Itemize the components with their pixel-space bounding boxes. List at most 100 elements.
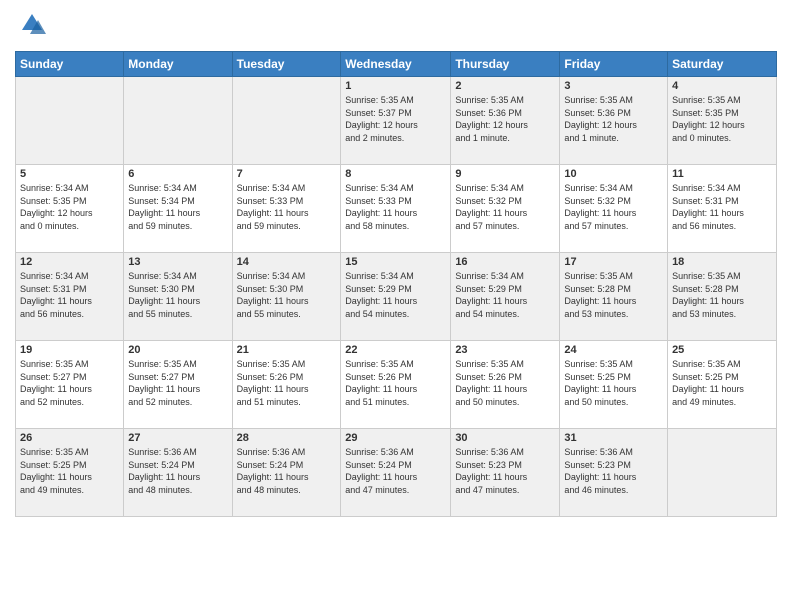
day-info: Sunrise: 5:34 AM Sunset: 5:33 PM Dayligh… [345,182,446,232]
day-number: 31 [564,432,663,444]
day-info: Sunrise: 5:35 AM Sunset: 5:35 PM Dayligh… [672,94,772,144]
day-number: 19 [20,344,119,356]
day-info: Sunrise: 5:35 AM Sunset: 5:27 PM Dayligh… [128,358,227,408]
calendar-week-row: 5 Sunrise: 5:34 AM Sunset: 5:35 PM Daylig… [16,165,777,253]
day-number: 14 [237,256,337,268]
day-info: Sunrise: 5:35 AM Sunset: 5:36 PM Dayligh… [564,94,663,144]
day-info: Sunrise: 5:35 AM Sunset: 5:26 PM Dayligh… [345,358,446,408]
table-row [668,429,777,517]
table-row: 18Sunrise: 5:35 AM Sunset: 5:28 PM Dayli… [668,253,777,341]
table-row: 22 Sunrise: 5:35 AM Sunset: 5:26 PM Dayli… [341,341,451,429]
table-row: 6Sunrise: 5:34 AM Sunset: 5:34 PM Daylig… [124,165,232,253]
day-number: 27 [128,432,227,444]
day-info: Sunrise: 5:36 AM Sunset: 5:23 PM Dayligh… [455,446,555,496]
day-info: Sunrise: 5:35 AM Sunset: 5:27 PM Dayligh… [20,358,119,408]
logo [15,10,46,43]
table-row: 25 Sunrise: 5:35 AM Sunset: 5:25 PM Dayli… [668,341,777,429]
calendar-week-row: 19 Sunrise: 5:35 AM Sunset: 5:27 PM Dayli… [16,341,777,429]
day-info: Sunrise: 5:35 AM Sunset: 5:25 PM Dayligh… [672,358,772,408]
day-number: 24 [564,344,663,356]
day-number: 15 [345,256,446,268]
day-info: Sunrise: 5:36 AM Sunset: 5:24 PM Dayligh… [345,446,446,496]
day-number: 10 [564,168,663,180]
day-info: Sunrise: 5:34 AM Sunset: 5:31 PM Dayligh… [672,182,772,232]
day-info: Sunrise: 5:35 AM Sunset: 5:26 PM Dayligh… [455,358,555,408]
table-row: 27 Sunrise: 5:36 AM Sunset: 5:24 PM Dayli… [124,429,232,517]
weekday-saturday: Saturday [668,52,777,77]
day-number: 8 [345,168,446,180]
table-row [232,77,341,165]
day-number: 21 [237,344,337,356]
calendar: SundayMondayTuesdayWednesdayThursdayFrid… [15,51,777,517]
day-info: Sunrise: 5:34 AM Sunset: 5:32 PM Dayligh… [455,182,555,232]
day-info: Sunrise: 5:36 AM Sunset: 5:24 PM Dayligh… [128,446,227,496]
table-row: 4 Sunrise: 5:35 AM Sunset: 5:35 PM Daylig… [668,77,777,165]
calendar-week-row: 26 Sunrise: 5:35 AM Sunset: 5:25 PM Dayli… [16,429,777,517]
day-number: 2 [455,80,555,92]
table-row: 26 Sunrise: 5:35 AM Sunset: 5:25 PM Dayli… [16,429,124,517]
day-info: Sunrise: 5:35 AM Sunset: 5:25 PM Dayligh… [564,358,663,408]
day-info: Sunrise: 5:34 AM Sunset: 5:33 PM Dayligh… [237,182,337,232]
day-info: Sunrise: 5:34 AM Sunset: 5:29 PM Dayligh… [455,270,555,320]
table-row: 1Sunrise: 5:35 AM Sunset: 5:37 PM Daylig… [341,77,451,165]
day-number: 30 [455,432,555,444]
day-number: 9 [455,168,555,180]
day-number: 13 [128,256,227,268]
day-number: 6 [128,168,227,180]
table-row: 11 Sunrise: 5:34 AM Sunset: 5:31 PM Dayli… [668,165,777,253]
day-number: 25 [672,344,772,356]
weekday-wednesday: Wednesday [341,52,451,77]
table-row: 29 Sunrise: 5:36 AM Sunset: 5:24 PM Dayli… [341,429,451,517]
table-row: 5 Sunrise: 5:34 AM Sunset: 5:35 PM Daylig… [16,165,124,253]
header [15,10,777,43]
table-row: 8 Sunrise: 5:34 AM Sunset: 5:33 PM Daylig… [341,165,451,253]
table-row: 2 Sunrise: 5:35 AM Sunset: 5:36 PM Daylig… [451,77,560,165]
calendar-week-row: 1Sunrise: 5:35 AM Sunset: 5:37 PM Daylig… [16,77,777,165]
day-info: Sunrise: 5:34 AM Sunset: 5:30 PM Dayligh… [128,270,227,320]
weekday-thursday: Thursday [451,52,560,77]
table-row: 21 Sunrise: 5:35 AM Sunset: 5:26 PM Dayli… [232,341,341,429]
day-number: 22 [345,344,446,356]
day-info: Sunrise: 5:35 AM Sunset: 5:28 PM Dayligh… [564,270,663,320]
table-row: 17Sunrise: 5:35 AM Sunset: 5:28 PM Dayli… [560,253,668,341]
day-number: 18 [672,256,772,268]
day-info: Sunrise: 5:36 AM Sunset: 5:24 PM Dayligh… [237,446,337,496]
day-info: Sunrise: 5:34 AM Sunset: 5:31 PM Dayligh… [20,270,119,320]
day-number: 1 [345,80,446,92]
table-row [16,77,124,165]
day-number: 12 [20,256,119,268]
day-number: 4 [672,80,772,92]
page-container: SundayMondayTuesdayWednesdayThursdayFrid… [0,0,792,522]
calendar-week-row: 12 Sunrise: 5:34 AM Sunset: 5:31 PM Dayli… [16,253,777,341]
day-info: Sunrise: 5:34 AM Sunset: 5:35 PM Dayligh… [20,182,119,232]
day-number: 26 [20,432,119,444]
day-number: 20 [128,344,227,356]
table-row: 12 Sunrise: 5:34 AM Sunset: 5:31 PM Dayli… [16,253,124,341]
day-info: Sunrise: 5:36 AM Sunset: 5:23 PM Dayligh… [564,446,663,496]
day-info: Sunrise: 5:35 AM Sunset: 5:26 PM Dayligh… [237,358,337,408]
day-info: Sunrise: 5:35 AM Sunset: 5:36 PM Dayligh… [455,94,555,144]
table-row: 10Sunrise: 5:34 AM Sunset: 5:32 PM Dayli… [560,165,668,253]
day-number: 5 [20,168,119,180]
day-number: 11 [672,168,772,180]
table-row: 19 Sunrise: 5:35 AM Sunset: 5:27 PM Dayli… [16,341,124,429]
weekday-sunday: Sunday [16,52,124,77]
day-info: Sunrise: 5:35 AM Sunset: 5:25 PM Dayligh… [20,446,119,496]
table-row: 28 Sunrise: 5:36 AM Sunset: 5:24 PM Dayli… [232,429,341,517]
table-row: 20 Sunrise: 5:35 AM Sunset: 5:27 PM Dayli… [124,341,232,429]
day-number: 16 [455,256,555,268]
table-row: 7 Sunrise: 5:34 AM Sunset: 5:33 PM Daylig… [232,165,341,253]
day-number: 28 [237,432,337,444]
day-number: 3 [564,80,663,92]
table-row: 3 Sunrise: 5:35 AM Sunset: 5:36 PM Daylig… [560,77,668,165]
table-row [124,77,232,165]
weekday-tuesday: Tuesday [232,52,341,77]
table-row: 16 Sunrise: 5:34 AM Sunset: 5:29 PM Dayli… [451,253,560,341]
day-number: 7 [237,168,337,180]
day-info: Sunrise: 5:34 AM Sunset: 5:29 PM Dayligh… [345,270,446,320]
table-row: 24 Sunrise: 5:35 AM Sunset: 5:25 PM Dayli… [560,341,668,429]
day-number: 29 [345,432,446,444]
table-row: 31 Sunrise: 5:36 AM Sunset: 5:23 PM Dayli… [560,429,668,517]
weekday-monday: Monday [124,52,232,77]
day-number: 23 [455,344,555,356]
